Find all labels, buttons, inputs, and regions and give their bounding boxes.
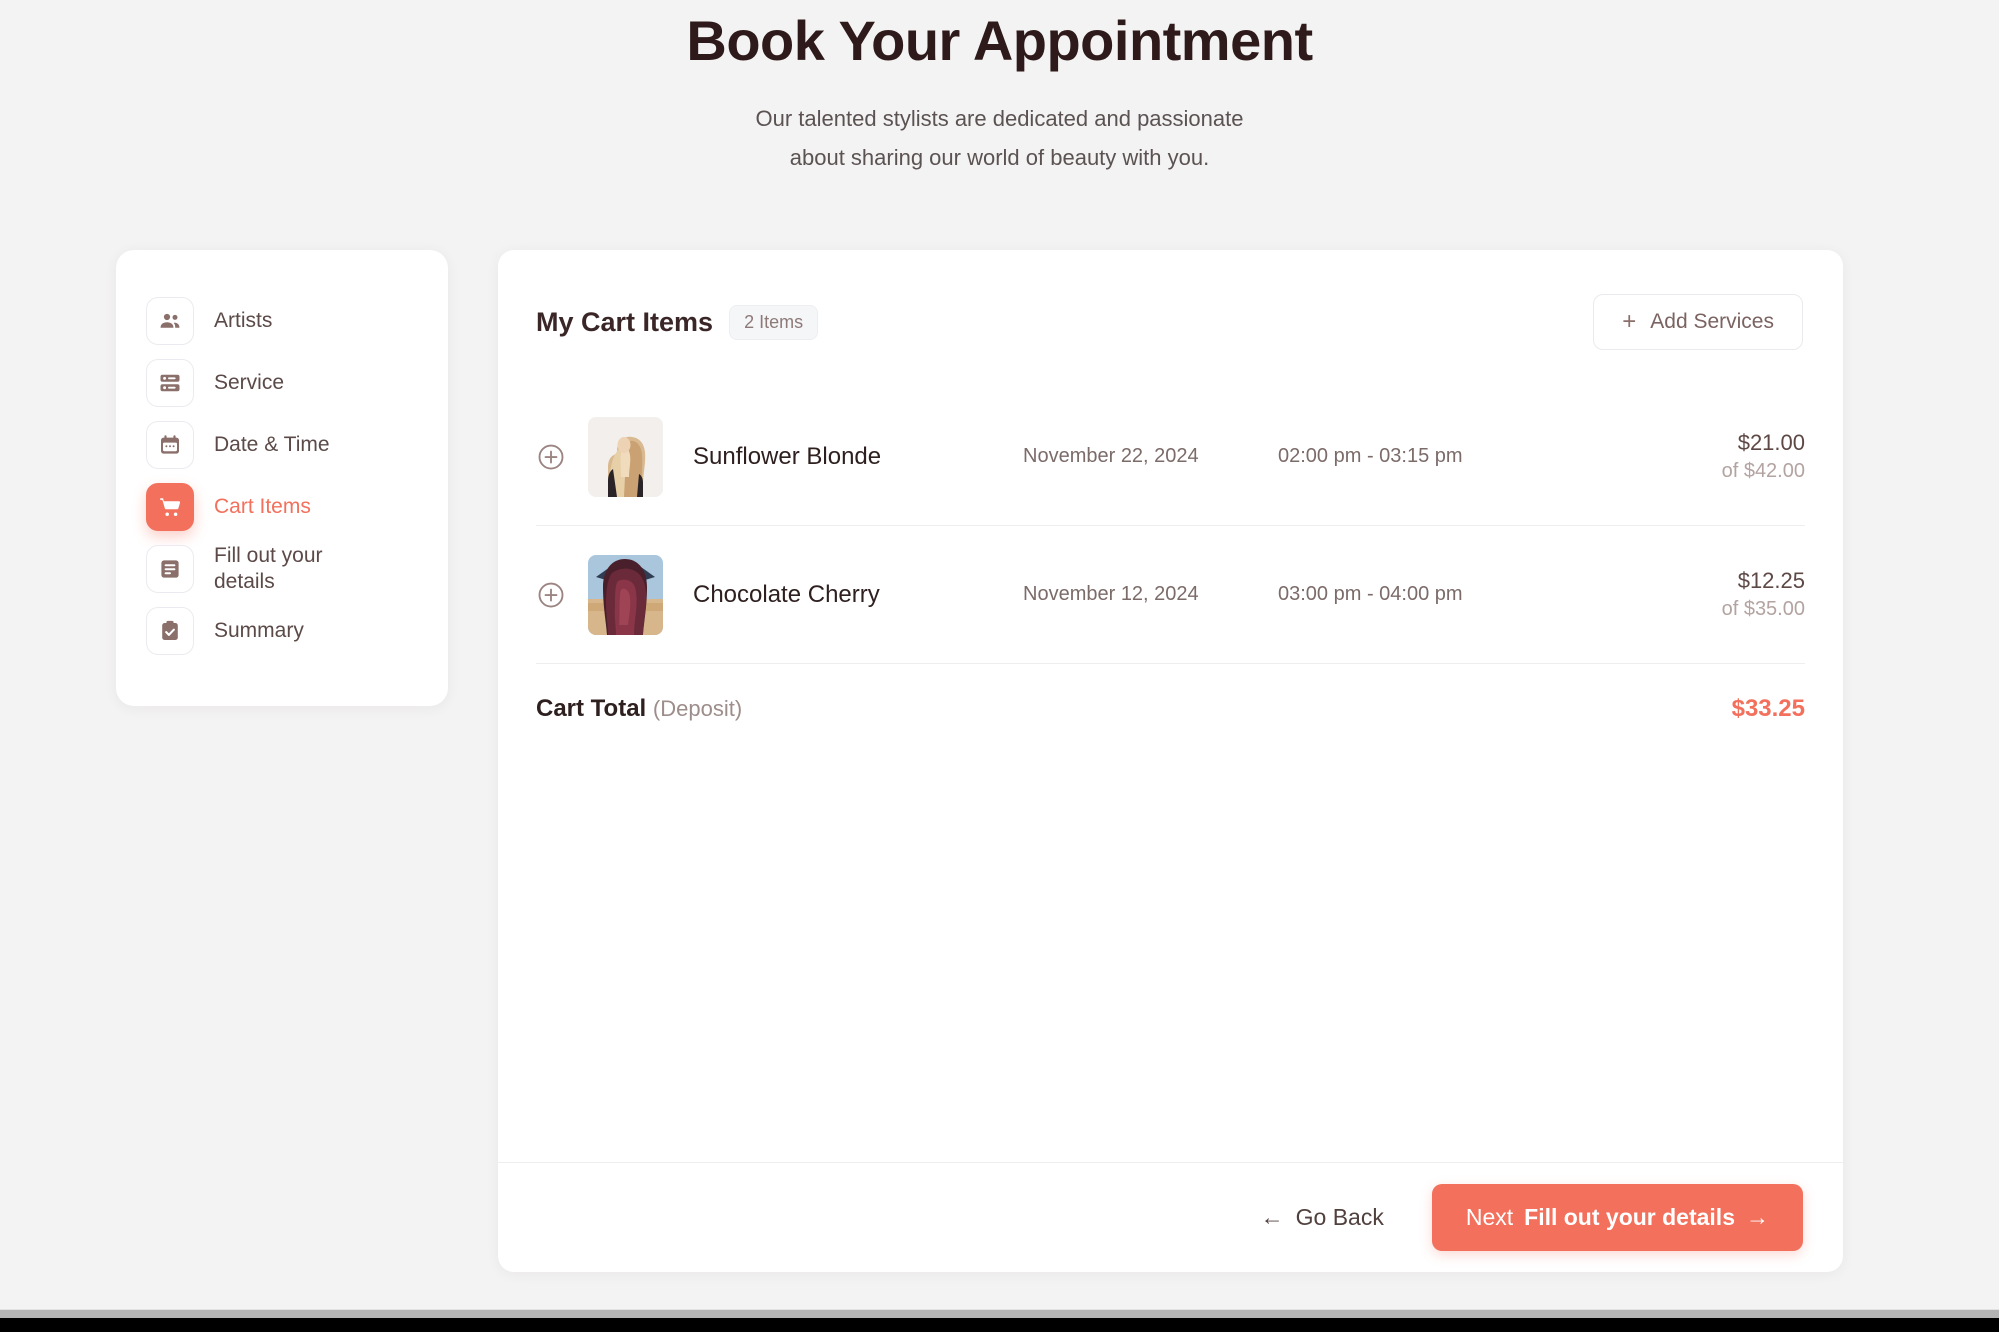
page-title: Book Your Appointment [686, 9, 1313, 72]
sidebar-item-date-time[interactable]: Date & Time [116, 414, 448, 476]
sidebar-item-service[interactable]: Service [116, 352, 448, 414]
add-services-button[interactable]: + Add Services [1593, 294, 1803, 350]
plus-circle-icon[interactable] [536, 442, 566, 472]
sidebar-item-fill-out-your-details[interactable]: Fill out your details [116, 538, 448, 600]
cart-icon [146, 483, 194, 531]
sidebar-item-artists[interactable]: Artists [116, 290, 448, 352]
price-total: of $35.00 [1721, 597, 1805, 620]
cart-rows: Sunflower Blonde November 22, 2024 02:00… [498, 388, 1843, 664]
sidebar-item-label: Artists [214, 308, 273, 332]
plus-circle-icon[interactable] [536, 580, 566, 610]
cart-total-row: Cart Total (Deposit) $33.25 [498, 664, 1843, 754]
form-icon [146, 545, 194, 593]
go-back-label: Go Back [1295, 1204, 1384, 1230]
table-row[interactable]: Sunflower Blonde November 22, 2024 02:00… [536, 388, 1805, 526]
clipboard-check-icon [146, 607, 194, 655]
service-thumbnail [588, 416, 663, 497]
next-step-label: Fill out your details [1524, 1204, 1735, 1230]
arrow-right-icon: → [1746, 1204, 1769, 1230]
sidebar-item-label: Service [214, 370, 285, 394]
sidebar-item-label: Date & Time [214, 432, 330, 456]
calendar-icon [146, 421, 194, 469]
plus-icon: + [1622, 308, 1637, 335]
page-subtitle: Our talented stylists are dedicated and … [0, 100, 1999, 177]
cart-header: My Cart Items 2 Items + Add Services [498, 250, 1843, 350]
price-deposit: $12.25 [1737, 568, 1805, 594]
horizontal-scrollbar[interactable] [0, 1310, 1999, 1318]
cart-total-note: (Deposit) [652, 696, 743, 721]
service-thumbnail [588, 554, 663, 635]
page-subtitle-line-2: about sharing our world of beauty with y… [789, 144, 1210, 170]
go-back-button[interactable]: ← Go Back [1253, 1194, 1392, 1241]
price-total: of $42.00 [1721, 459, 1805, 482]
arrow-left-icon: ← [1260, 1204, 1284, 1230]
sidebar-item-label: Cart Items [214, 494, 311, 518]
service-time: 02:00 pm - 03:15 pm [1278, 445, 1463, 467]
sidebar-item-label: Fill out your details [214, 543, 323, 593]
people-icon [146, 297, 194, 345]
sidebar-item-summary[interactable]: Summary [116, 600, 448, 662]
window-bottom-bar [0, 1318, 1999, 1332]
service-date: November 22, 2024 [1023, 445, 1199, 467]
service-price: $12.25 of $35.00 [1665, 566, 1805, 623]
cart-card: My Cart Items 2 Items + Add Services Sun… [498, 250, 1843, 1272]
next-prefix-label: Next [1465, 1204, 1514, 1230]
price-deposit: $21.00 [1737, 430, 1805, 456]
card-footer: ← Go Back Next Fill out your details → [498, 1162, 1843, 1272]
service-time: 03:00 pm - 04:00 pm [1278, 583, 1463, 605]
booking-page: Book Your Appointment Our talented styli… [0, 0, 1999, 1332]
service-price: $21.00 of $42.00 [1665, 428, 1805, 485]
sidebar-item-label: Summary [214, 618, 304, 642]
cart-count-badge: 2 Items [729, 304, 819, 340]
list-icon [146, 359, 194, 407]
cart-header-left: My Cart Items 2 Items [536, 304, 819, 340]
add-services-label: Add Services [1650, 310, 1774, 333]
cart-title: My Cart Items [536, 306, 714, 337]
service-date: November 12, 2024 [1023, 583, 1199, 605]
cart-total-label: Cart Total (Deposit) [536, 695, 742, 723]
next-step-button[interactable]: Next Fill out your details → [1431, 1184, 1803, 1251]
steps-sidebar: Artists Service Date & Time Cart Items F… [116, 250, 448, 706]
cart-total-value: $33.25 [1731, 695, 1805, 722]
page-subtitle-line-1: Our talented stylists are dedicated and … [755, 106, 1244, 131]
cart-total-text: Cart Total [536, 695, 647, 722]
page-header: Book Your Appointment Our talented styli… [0, 0, 1999, 177]
service-name: Sunflower Blonde [693, 442, 882, 470]
sidebar-item-cart-items[interactable]: Cart Items [116, 476, 448, 538]
service-name: Chocolate Cherry [693, 580, 880, 608]
table-row[interactable]: Chocolate Cherry November 12, 2024 03:00… [536, 526, 1805, 664]
